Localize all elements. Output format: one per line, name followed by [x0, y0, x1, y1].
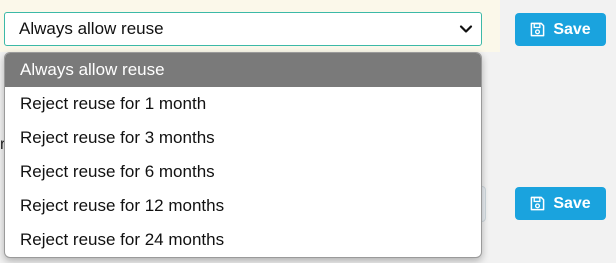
dropdown-option-reject-6-months[interactable]: Reject reuse for 6 months [5, 155, 481, 189]
reuse-policy-select-value: Always allow reuse [19, 19, 164, 38]
save-button-bottom[interactable]: Save [515, 187, 606, 220]
reuse-policy-select[interactable]: Always allow reuse [4, 12, 482, 46]
dropdown-option-reject-12-months[interactable]: Reject reuse for 12 months [5, 189, 481, 223]
save-button-bottom-label: Save [553, 194, 591, 212]
dropdown-option-reject-3-months[interactable]: Reject reuse for 3 months [5, 121, 481, 155]
dropdown-option-always-allow-reuse[interactable]: Always allow reuse [5, 53, 481, 87]
floppy-disk-icon [530, 196, 545, 211]
save-button-top[interactable]: Save [515, 13, 606, 46]
chevron-down-icon [459, 25, 473, 33]
floppy-disk-icon [530, 22, 545, 37]
save-button-top-label: Save [553, 20, 591, 38]
reuse-policy-dropdown-list: Always allow reuse Reject reuse for 1 mo… [4, 52, 482, 258]
dropdown-option-reject-24-months[interactable]: Reject reuse for 24 months [5, 223, 481, 257]
dropdown-option-reject-1-month[interactable]: Reject reuse for 1 month [5, 87, 481, 121]
